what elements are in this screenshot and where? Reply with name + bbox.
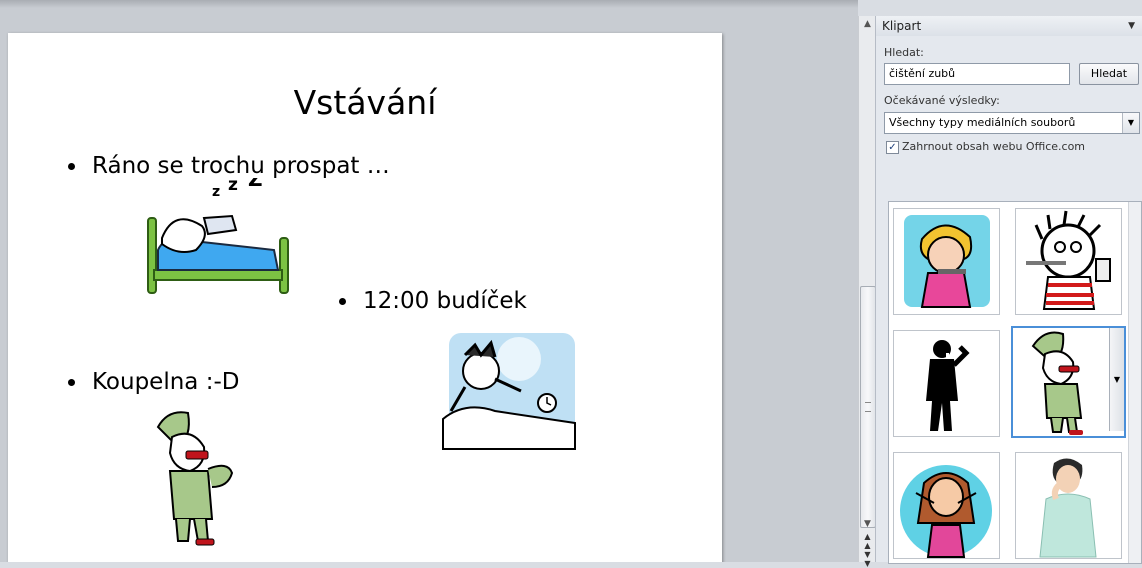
- clipart-result-girl-flossing[interactable]: [893, 452, 1000, 559]
- pane-menu-dropdown-icon[interactable]: ▼: [1128, 16, 1135, 36]
- clipart-result-selected[interactable]: ▼: [1011, 326, 1126, 438]
- woman-brushing-image: [1039, 458, 1097, 558]
- svg-text:z: z: [228, 178, 238, 195]
- bullet-item-2[interactable]: 12:00 budíček: [339, 288, 527, 314]
- bullet-dot: [339, 297, 346, 305]
- nightcap-brushing-image: [1031, 331, 1083, 435]
- svg-text:z: z: [212, 184, 220, 200]
- clipart-result-silhouette-brushing[interactable]: [893, 330, 1000, 437]
- sleeping-bed-clipart[interactable]: z z Z: [144, 178, 294, 298]
- chevron-down-icon[interactable]: ▼: [1122, 113, 1139, 133]
- media-type-value: Všechny typy mediálních souborů: [889, 116, 1076, 129]
- bullet-dot: [68, 378, 75, 386]
- search-button[interactable]: Hledat: [1079, 63, 1139, 85]
- bullet-dot: [68, 162, 75, 170]
- brushing-teeth-clipart[interactable]: [148, 407, 238, 549]
- bullet-text: 12:00 budíček: [363, 288, 527, 314]
- silhouette-brushing-image: [926, 340, 970, 431]
- scroll-down-icon[interactable]: ▼: [859, 516, 876, 532]
- clipart-result-boy-brushing[interactable]: [1015, 208, 1122, 315]
- bullet-text: Ráno se trochu prospat …: [92, 153, 390, 179]
- ribbon-edge: [0, 0, 858, 8]
- slide-editor-area: Vstávání Ráno se trochu prospat … z z Z …: [0, 0, 858, 562]
- previous-slide-icon[interactable]: ▲ ▲: [859, 532, 876, 550]
- clipart-item-dropdown-icon[interactable]: ▼: [1109, 328, 1124, 431]
- pane-title: Klipart: [882, 19, 922, 33]
- bullet-item-3[interactable]: Koupelna :-D: [68, 369, 239, 395]
- search-label: Hledat:: [884, 46, 924, 59]
- slide-title[interactable]: Vstávání: [8, 83, 722, 122]
- girl-flossing-image: [900, 465, 992, 558]
- editor-vertical-scrollbar[interactable]: ▲ ▼ ▲ ▲ ▼ ▼: [858, 16, 876, 568]
- clipart-result-girl-brushing[interactable]: [893, 208, 1000, 315]
- girl-brushing-image: [904, 215, 990, 308]
- results-label: Očekávané výsledky:: [884, 94, 1000, 107]
- slide-canvas[interactable]: Vstávání Ráno se trochu prospat … z z Z …: [8, 33, 722, 562]
- boy-brushing-image: [1026, 210, 1111, 310]
- bullet-text: Koupelna :-D: [92, 369, 240, 395]
- svg-text:Z: Z: [248, 178, 263, 191]
- bullet-item-1[interactable]: Ráno se trochu prospat …: [68, 153, 390, 179]
- next-slide-icon[interactable]: ▼ ▼: [859, 550, 876, 568]
- scrollbar-thumb[interactable]: [860, 286, 876, 528]
- pane-header: Klipart ▼: [876, 16, 1142, 36]
- include-office-checkbox[interactable]: ✓: [886, 141, 899, 154]
- grip-icon: [865, 402, 871, 412]
- media-type-select[interactable]: Všechny typy mediálních souborů ▼: [884, 112, 1140, 134]
- include-office-label[interactable]: Zahrnout obsah webu Office.com: [902, 140, 1085, 153]
- clipart-results-list[interactable]: ▼: [888, 201, 1142, 564]
- scroll-up-icon[interactable]: ▲: [859, 16, 876, 32]
- results-scrollbar[interactable]: [1128, 202, 1141, 563]
- alarm-wakeup-clipart[interactable]: [435, 331, 577, 451]
- search-input[interactable]: čištění zubů: [884, 63, 1070, 85]
- clipart-task-pane: Klipart ▼ Hledat: čištění zubů Hledat Oč…: [875, 16, 1142, 564]
- clipart-result-woman-brushing[interactable]: [1015, 452, 1122, 559]
